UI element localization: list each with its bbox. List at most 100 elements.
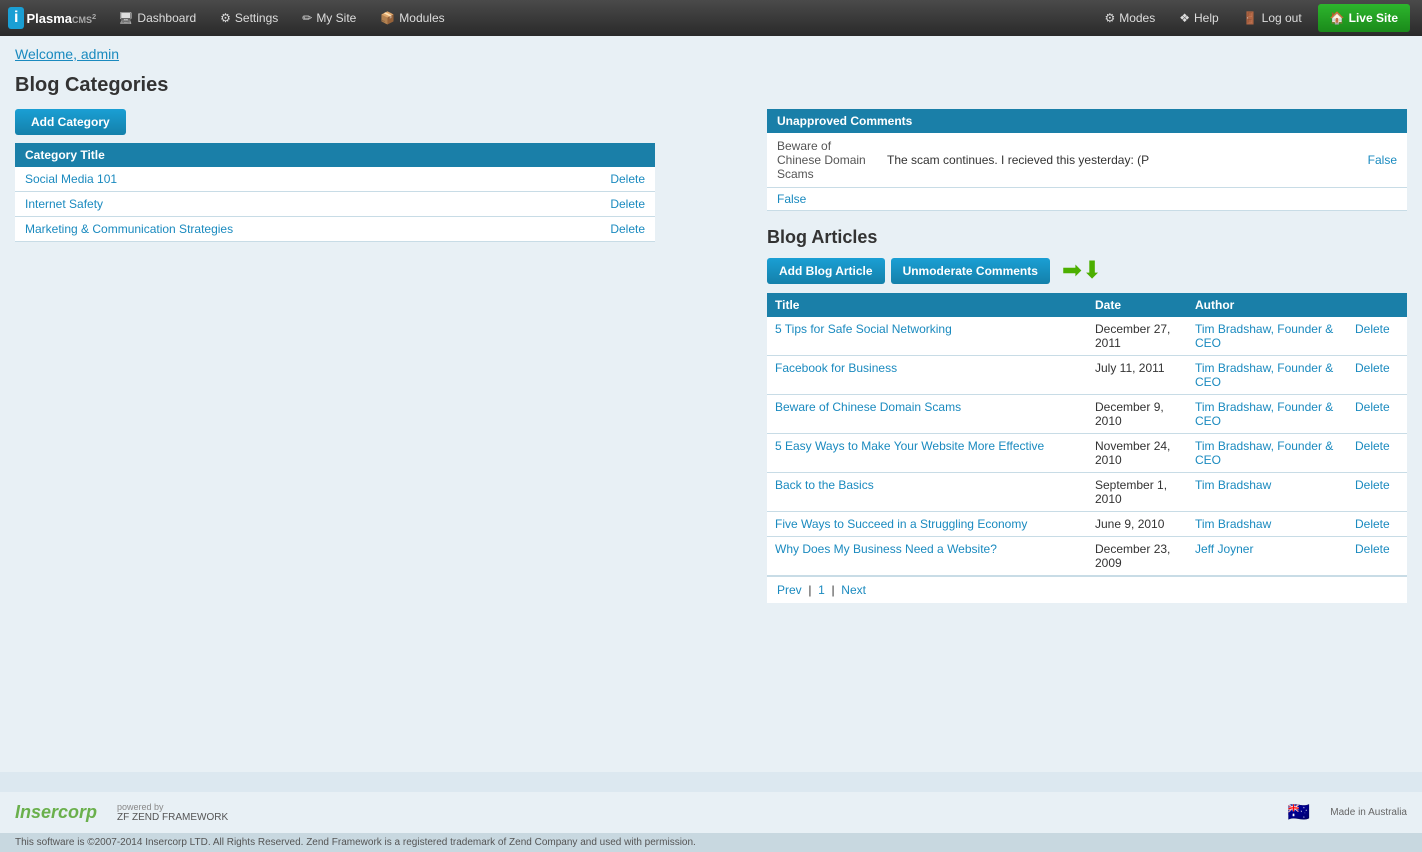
table-row: Back to the Basics September 1, 2010 Tim… bbox=[767, 473, 1407, 512]
footer: Insercorp powered by ZF ZEND FRAMEWORK 🇦… bbox=[0, 792, 1422, 833]
blog-articles-title: Blog Articles bbox=[767, 227, 1407, 248]
zend-logo: powered by ZF ZEND FRAMEWORK bbox=[117, 802, 228, 823]
comment-article: Beware of Chinese Domain Scams bbox=[767, 133, 877, 188]
article-title-link[interactable]: Back to the Basics bbox=[775, 478, 874, 492]
article-date: November 24, 2010 bbox=[1087, 434, 1187, 473]
table-row: Five Ways to Succeed in a Struggling Eco… bbox=[767, 512, 1407, 537]
unapproved-header: Unapproved Comments bbox=[767, 109, 1407, 133]
article-author-link[interactable]: Tim Bradshaw, Founder & CEO bbox=[1195, 400, 1333, 428]
left-panel: Add Category Category Title Social Media… bbox=[15, 109, 655, 242]
col-author: Author bbox=[1187, 293, 1347, 317]
nav-modules[interactable]: 📦 Modules bbox=[368, 0, 456, 36]
table-row: Social Media 101 Delete bbox=[15, 167, 655, 192]
col-action bbox=[1347, 293, 1407, 317]
category-delete-link[interactable]: Delete bbox=[531, 167, 655, 192]
nav-help[interactable]: ❖ Help bbox=[1167, 0, 1230, 36]
article-delete-link[interactable]: Delete bbox=[1347, 512, 1407, 537]
table-row: Facebook for Business July 11, 2011 Tim … bbox=[767, 356, 1407, 395]
category-title-link[interactable]: Internet Safety bbox=[25, 197, 103, 211]
copyright-bar: This software is ©2007-2014 Insercorp LT… bbox=[0, 833, 1422, 852]
dashboard-icon: 🖥 bbox=[118, 11, 133, 25]
live-site-button[interactable]: 🏠 Live Site bbox=[1318, 4, 1410, 32]
comment-false-link[interactable]: False bbox=[1328, 133, 1407, 188]
article-date: July 11, 2011 bbox=[1087, 356, 1187, 395]
table-row: Beware of Chinese Domain Scams The scam … bbox=[767, 133, 1407, 188]
article-date: December 9, 2010 bbox=[1087, 395, 1187, 434]
article-title-link[interactable]: Facebook for Business bbox=[775, 361, 897, 375]
article-title-link[interactable]: Beware of Chinese Domain Scams bbox=[775, 400, 961, 414]
col-title: Title bbox=[767, 293, 1087, 317]
modes-icon: ⚙ bbox=[1104, 11, 1115, 25]
pagination: Prev | 1 | Next bbox=[767, 576, 1407, 603]
article-title-link[interactable]: Five Ways to Succeed in a Struggling Eco… bbox=[775, 517, 1027, 531]
table-row: Marketing & Communication Strategies Del… bbox=[15, 217, 655, 242]
two-column-layout: Add Category Category Title Social Media… bbox=[15, 109, 1407, 603]
logo-i-box: i bbox=[8, 7, 24, 29]
zend-framework-logo: ZF ZEND FRAMEWORK bbox=[117, 812, 228, 823]
settings-icon: ⚙ bbox=[220, 11, 231, 25]
table-row: Beware of Chinese Domain Scams December … bbox=[767, 395, 1407, 434]
category-title-link[interactable]: Marketing & Communication Strategies bbox=[25, 222, 233, 236]
nav-settings[interactable]: ⚙ Settings bbox=[208, 0, 290, 36]
nav-logout[interactable]: 🚪 Log out bbox=[1231, 0, 1314, 36]
article-delete-link[interactable]: Delete bbox=[1347, 356, 1407, 395]
category-table: Social Media 101 Delete Internet Safety … bbox=[15, 167, 655, 242]
content-area: Welcome, admin Blog Categories Add Categ… bbox=[0, 36, 1422, 772]
category-delete-link[interactable]: Delete bbox=[531, 217, 655, 242]
article-author-link[interactable]: Tim Bradshaw bbox=[1195, 517, 1271, 531]
page-title: Blog Categories bbox=[15, 74, 1407, 97]
article-author-link[interactable]: Tim Bradshaw, Founder & CEO bbox=[1195, 361, 1333, 389]
pagination-current[interactable]: 1 bbox=[818, 583, 825, 597]
add-category-button[interactable]: Add Category bbox=[15, 109, 126, 135]
article-delete-link[interactable]: Delete bbox=[1347, 434, 1407, 473]
copyright-text: This software is ©2007-2014 Insercorp LT… bbox=[15, 837, 696, 848]
article-title-link[interactable]: 5 Tips for Safe Social Networking bbox=[775, 322, 952, 336]
right-panel: Unapproved Comments Beware of Chinese Do… bbox=[767, 109, 1407, 603]
articles-table: Title Date Author 5 Tips for Safe Social… bbox=[767, 293, 1407, 576]
mysite-icon: ✏ bbox=[302, 11, 312, 25]
comment-text: The scam continues. I recieved this yest… bbox=[877, 133, 1328, 188]
article-author-link[interactable]: Tim Bradshaw bbox=[1195, 478, 1271, 492]
article-delete-link[interactable]: Delete bbox=[1347, 395, 1407, 434]
article-delete-link[interactable]: Delete bbox=[1347, 473, 1407, 512]
top-navigation: i PlasmaCMS2 🖥 Dashboard ⚙ Settings ✏ My… bbox=[0, 0, 1422, 36]
nav-dashboard[interactable]: 🖥 Dashboard bbox=[106, 0, 208, 36]
nav-modes[interactable]: ⚙ Modes bbox=[1092, 0, 1167, 36]
insercorp-logo: Insercorp bbox=[15, 802, 97, 823]
article-date: December 23, 2009 bbox=[1087, 537, 1187, 576]
article-title-link[interactable]: 5 Easy Ways to Make Your Website More Ef… bbox=[775, 439, 1044, 453]
col-date: Date bbox=[1087, 293, 1187, 317]
home-icon: 🏠 bbox=[1330, 11, 1345, 25]
article-author-link[interactable]: Jeff Joyner bbox=[1195, 542, 1253, 556]
pagination-prev[interactable]: Prev bbox=[777, 583, 802, 597]
made-in-text: Made in Australia bbox=[1330, 807, 1407, 818]
article-author-link[interactable]: Tim Bradshaw, Founder & CEO bbox=[1195, 322, 1333, 350]
category-table-container: Category Title Social Media 101 Delete I… bbox=[15, 143, 655, 242]
nav-mysite[interactable]: ✏ My Site bbox=[290, 0, 368, 36]
logo-text: PlasmaCMS2 bbox=[26, 11, 96, 26]
table-row: Why Does My Business Need a Website? Dec… bbox=[767, 537, 1407, 576]
help-icon: ❖ bbox=[1179, 11, 1190, 25]
category-table-header: Category Title bbox=[15, 143, 655, 167]
table-row: 5 Tips for Safe Social Networking Decemb… bbox=[767, 317, 1407, 356]
category-delete-link[interactable]: Delete bbox=[531, 192, 655, 217]
article-title-link[interactable]: Why Does My Business Need a Website? bbox=[775, 542, 997, 556]
welcome-text[interactable]: Welcome, admin bbox=[15, 46, 1407, 62]
article-delete-link[interactable]: Delete bbox=[1347, 537, 1407, 576]
nav-right: ⚙ Modes ❖ Help 🚪 Log out 🏠 Live Site bbox=[1092, 0, 1414, 36]
table-row: Internet Safety Delete bbox=[15, 192, 655, 217]
unmoderate-comments-button[interactable]: Unmoderate Comments bbox=[891, 258, 1050, 284]
pagination-next[interactable]: Next bbox=[841, 583, 866, 597]
flag-icon: 🇦🇺 bbox=[1288, 802, 1310, 823]
blog-actions: Add Blog Article Unmoderate Comments ➡⬇ bbox=[767, 256, 1407, 285]
add-blog-article-button[interactable]: Add Blog Article bbox=[767, 258, 885, 284]
article-date: December 27, 2011 bbox=[1087, 317, 1187, 356]
logo[interactable]: i PlasmaCMS2 bbox=[8, 7, 96, 29]
article-date: September 1, 2010 bbox=[1087, 473, 1187, 512]
logout-icon: 🚪 bbox=[1243, 11, 1258, 25]
category-title-link[interactable]: Social Media 101 bbox=[25, 172, 117, 186]
table-row: 5 Easy Ways to Make Your Website More Ef… bbox=[767, 434, 1407, 473]
article-author-link[interactable]: Tim Bradshaw, Founder & CEO bbox=[1195, 439, 1333, 467]
false-standalone-link[interactable]: False bbox=[767, 188, 1407, 211]
article-delete-link[interactable]: Delete bbox=[1347, 317, 1407, 356]
